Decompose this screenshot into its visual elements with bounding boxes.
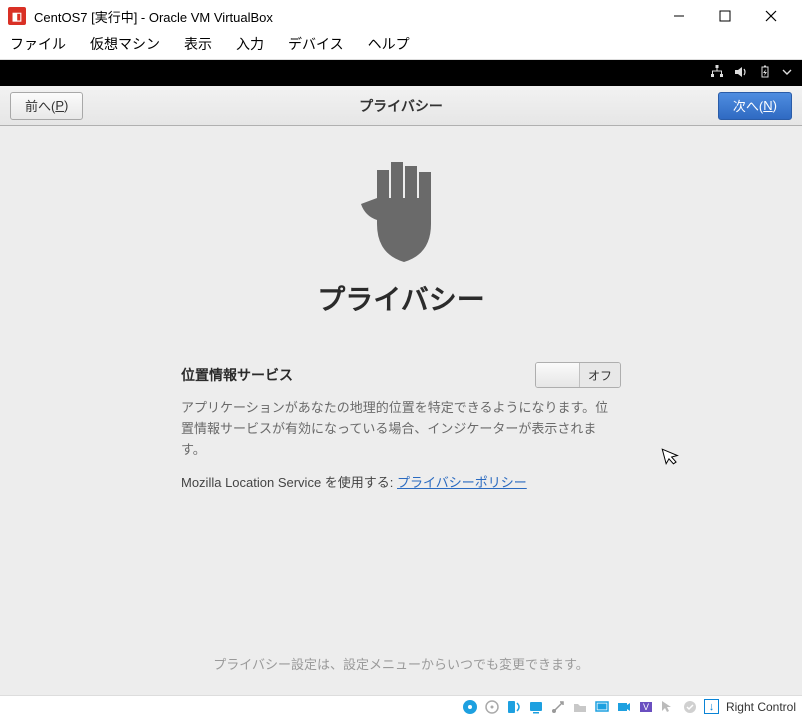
minimize-icon xyxy=(673,10,685,22)
next-button-accesskey: N xyxy=(763,98,772,113)
hostkey-label: Right Control xyxy=(726,700,796,714)
switch-knob xyxy=(536,363,580,387)
headerbar: 前へ(P) プライバシー 次へ(N) xyxy=(0,86,802,126)
privacy-section: 位置情報サービス オフ アプリケーションがあなたの地理的位置を特定できるようにな… xyxy=(181,362,621,491)
net-icon[interactable] xyxy=(528,698,545,715)
battery-icon[interactable] xyxy=(758,65,772,82)
hdd-icon[interactable] xyxy=(462,698,479,715)
switch-state: オフ xyxy=(580,363,620,387)
maximize-button[interactable] xyxy=(702,1,748,31)
usb-icon[interactable] xyxy=(550,698,567,715)
maximize-icon xyxy=(719,10,731,22)
location-label: 位置情報サービス xyxy=(181,365,293,385)
audio-icon[interactable] xyxy=(506,698,523,715)
menu-machine[interactable]: 仮想マシン xyxy=(90,34,160,54)
privacy-heading: プライバシー xyxy=(0,278,802,318)
titlebar: ◧ CentOS7 [実行中] - Oracle VM VirtualBox xyxy=(0,0,802,32)
next-button-label-prefix: 次へ( xyxy=(733,96,763,115)
prev-button[interactable]: 前へ(P) xyxy=(10,92,83,120)
mozilla-line: Mozilla Location Service を使用する: プライバシーポリ… xyxy=(181,472,621,491)
location-row: 位置情報サービス オフ xyxy=(181,362,621,388)
privacy-policy-link[interactable]: プライバシーポリシー xyxy=(397,475,527,490)
shared-folder-icon[interactable] xyxy=(572,698,589,715)
prev-button-label-prefix: 前へ( xyxy=(25,96,55,115)
volume-icon[interactable] xyxy=(734,65,748,82)
window-title: CentOS7 [実行中] - Oracle VM VirtualBox xyxy=(34,7,656,26)
window-controls xyxy=(656,1,794,31)
mouse-integration-icon[interactable] xyxy=(660,698,677,715)
menu-file[interactable]: ファイル xyxy=(10,34,66,54)
mouse-cursor-icon xyxy=(661,444,683,472)
next-button-label-suffix: ) xyxy=(773,98,777,113)
recording-icon[interactable] xyxy=(616,698,633,715)
minimize-button[interactable] xyxy=(656,1,702,31)
vrde-icon[interactable]: V xyxy=(638,698,655,715)
network-icon[interactable] xyxy=(710,65,724,82)
prev-button-accesskey: P xyxy=(55,98,64,113)
hand-icon xyxy=(356,162,446,262)
close-icon xyxy=(765,10,777,22)
location-switch[interactable]: オフ xyxy=(535,362,621,388)
vb-statusbar: V ↓ Right Control xyxy=(0,695,802,717)
mozilla-prefix: Mozilla Location Service を使用する: xyxy=(181,475,397,490)
virtualbox-icon: ◧ xyxy=(8,7,26,25)
privacy-screen: プライバシー 位置情報サービス オフ アプリケーションがあなたの地理的位置を特定… xyxy=(0,126,802,695)
svg-text:V: V xyxy=(643,702,649,712)
footer-note: プライバシー設定は、設定メニューからいつでも変更できます。 xyxy=(0,654,802,673)
hostkey-indicator-icon[interactable]: ↓ xyxy=(704,699,719,714)
next-button[interactable]: 次へ(N) xyxy=(718,92,792,120)
close-button[interactable] xyxy=(748,1,794,31)
chevron-down-icon[interactable] xyxy=(782,66,792,80)
headerbar-title: プライバシー xyxy=(359,96,443,116)
menubar: ファイル 仮想マシン 表示 入力 デバイス ヘルプ xyxy=(0,32,802,60)
keyboard-icon[interactable] xyxy=(682,698,699,715)
location-description: アプリケーションがあなたの地理的位置を特定できるようになります。位置情報サービス… xyxy=(181,398,621,460)
prev-button-label-suffix: ) xyxy=(64,98,68,113)
menu-help[interactable]: ヘルプ xyxy=(368,34,410,54)
vm-display: 前へ(P) プライバシー 次へ(N) プライバシー 位置情報サービス xyxy=(0,60,802,695)
display-icon[interactable] xyxy=(594,698,611,715)
menu-input[interactable]: 入力 xyxy=(236,34,264,54)
gnome-topbar xyxy=(0,60,802,86)
menu-devices[interactable]: デバイス xyxy=(288,34,344,54)
optical-icon[interactable] xyxy=(484,698,501,715)
menu-view[interactable]: 表示 xyxy=(184,34,212,54)
